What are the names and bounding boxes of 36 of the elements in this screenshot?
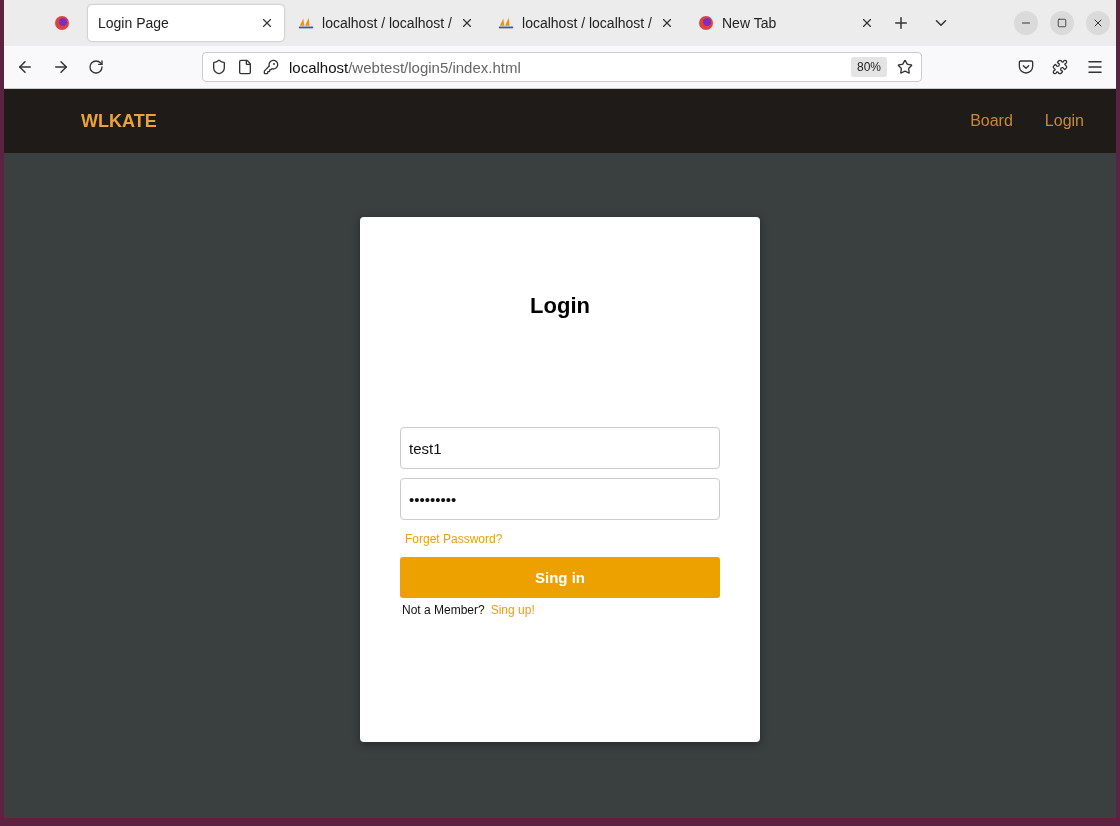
reload-icon[interactable] [88,59,104,75]
key-icon[interactable] [263,59,279,75]
close-icon[interactable] [660,16,674,30]
close-icon[interactable] [260,16,274,30]
shield-icon[interactable] [211,59,227,75]
nav-link[interactable]: Board [970,112,1013,130]
firefox-icon [698,15,714,31]
sail-logo-icon [498,16,515,30]
page-icon [237,59,253,75]
url-text: localhost/webtest/login5/index.html [289,58,522,76]
back-icon[interactable] [16,58,34,76]
new-tab-icon[interactable] [892,14,910,32]
username-field[interactable]: test1 [400,427,720,469]
forward-icon[interactable] [52,58,70,76]
nav-link[interactable]: Login [1044,112,1084,130]
browser-tab[interactable]: localhost / localhost / [488,5,684,41]
password-field[interactable]: ••••••••• [400,478,720,520]
star-icon[interactable] [897,59,913,75]
pocket-icon[interactable] [1018,59,1034,75]
address-bar[interactable]: localhost/webtest/login5/index.html 80% [202,52,922,82]
minimize-icon[interactable] [1014,11,1038,35]
browser-tab[interactable]: Login Page [88,5,284,41]
brand-logo[interactable]: WLKATE [81,110,971,132]
zoom-level[interactable]: 80% [850,57,887,77]
firefox-icon [54,15,70,31]
close-icon[interactable] [460,16,474,30]
browser-tab[interactable]: localhost / localhost / [288,5,484,41]
sail-logo-icon [298,16,315,30]
close-icon[interactable] [860,16,874,30]
browser-tab[interactable]: New Tab [688,5,884,41]
login-title: Login [529,293,591,319]
menu-icon[interactable] [1086,58,1104,76]
close-window-icon[interactable] [1086,11,1110,35]
puzzle-icon[interactable] [1052,59,1068,75]
member-prompt: Not a Member? [402,603,485,617]
maximize-icon[interactable] [1050,11,1074,35]
